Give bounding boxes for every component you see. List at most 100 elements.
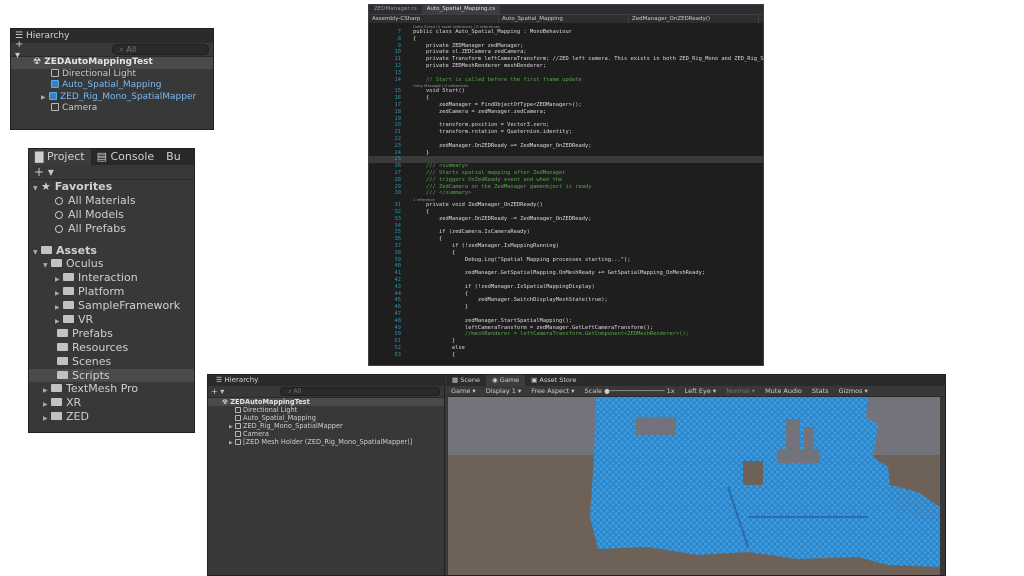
favorite-item[interactable]: All Materials	[29, 194, 194, 208]
code-line[interactable]: 27 /// Starts spatial mapping after ZedM…	[369, 170, 763, 177]
favorite-item[interactable]: All Prefabs	[29, 222, 194, 236]
hierarchy-item[interactable]: ▶ ZED_Rig_Mono_SpatialMapper	[208, 422, 444, 430]
tab-scene[interactable]: ▦ Scene	[446, 375, 486, 386]
favorite-item[interactable]: All Models	[29, 208, 194, 222]
folder-item[interactable]: ▶ XR	[29, 396, 194, 410]
code-line[interactable]: 49 leftCameraTransform = zedManager.GetL…	[369, 325, 763, 332]
stats-button[interactable]: Stats	[807, 386, 834, 396]
code-line[interactable]: 17 zedManager = FindObjectOfType<ZEDMana…	[369, 102, 763, 109]
code-line[interactable]: 10 private sl.ZEDCamera zedCamera;	[369, 49, 763, 56]
mute-audio-button[interactable]: Mute Audio	[760, 386, 807, 396]
folder-item[interactable]: Scenes	[29, 355, 194, 369]
code-line[interactable]: 9 private ZEDManager zedManager;	[369, 43, 763, 50]
folder-item-selected[interactable]: Scripts	[29, 368, 194, 383]
code-line[interactable]: 19	[369, 116, 763, 123]
code-line[interactable]: 21 transform.rotation = Quaternion.ident…	[369, 129, 763, 136]
code-line[interactable]: 42	[369, 277, 763, 284]
code-line[interactable]: 38 {	[369, 250, 763, 257]
code-line[interactable]: 29 /// ZedCamera on the ZedManager gameo…	[369, 184, 763, 191]
code-line[interactable]: 15 void Start()	[369, 88, 763, 95]
collapse-arrow-icon[interactable]: ▼	[33, 182, 41, 196]
quality-dropdown[interactable]: Normal ▾	[721, 386, 760, 396]
collapse-arrow-icon[interactable]: ▼	[33, 246, 41, 260]
expand-arrow-icon[interactable]: ▶	[41, 92, 49, 104]
code-line[interactable]: 8{	[369, 36, 763, 43]
folder-item[interactable]: Prefabs	[29, 327, 194, 341]
code-line[interactable]: 34	[369, 223, 763, 230]
code-line[interactable]: 31 private void ZedManager_OnZEDReady()	[369, 202, 763, 209]
eye-dropdown[interactable]: Left Eye ▾	[680, 386, 722, 396]
gizmos-button[interactable]: Gizmos ▾	[834, 386, 873, 396]
tab-project[interactable]: ▇ Project	[29, 149, 91, 165]
create-button[interactable]: + ▾	[34, 165, 54, 179]
tab-build[interactable]: Bu	[160, 149, 187, 165]
hierarchy-item[interactable]: Auto_Spatial_Mapping	[11, 80, 213, 92]
tab-asset-store[interactable]: ▣ Asset Store	[525, 375, 582, 386]
code-line[interactable]: 44 {	[369, 291, 763, 298]
nav-member-dropdown[interactable]: ZedManager_OnZEDReady()	[629, 15, 759, 23]
code-line[interactable]: 20 transform.position = Vector3.zero;	[369, 122, 763, 129]
scene-row[interactable]: ☢ ZEDAutoMappingTest	[208, 398, 444, 406]
code-line[interactable]: 18 zedCamera = zedManager.zedCamera;	[369, 109, 763, 116]
game-viewport[interactable]	[448, 397, 940, 576]
hierarchy-item[interactable]: Auto_Spatial_Mapping	[208, 414, 444, 422]
code-line[interactable]: 26 /// <summary>	[369, 163, 763, 170]
folder-item[interactable]: ▼ Oculus	[29, 257, 194, 271]
add-button[interactable]: + ▾	[211, 387, 224, 396]
collapse-arrow-icon[interactable]: ▼	[43, 259, 51, 273]
code-line[interactable]: 50 //meshRenderer = leftCameraTransform.…	[369, 331, 763, 338]
folder-item[interactable]: ▶ Platform	[29, 285, 194, 299]
code-line[interactable]: 51 }	[369, 338, 763, 345]
folder-item[interactable]: ▶ SampleFramework	[29, 299, 194, 313]
hierarchy-item[interactable]: Camera	[11, 103, 213, 115]
scale-slider[interactable]: Scale ●────────────── 1x	[580, 386, 680, 396]
expand-arrow-icon[interactable]: ▶	[43, 412, 51, 426]
code-line[interactable]: 33 zedManager.OnZEDReady -= ZedManager_O…	[369, 216, 763, 223]
code-line[interactable]: 37 if (!zedManager.IsMappingRunning)	[369, 243, 763, 250]
hierarchy-item[interactable]: ▶ ZED_Rig_Mono_SpatialMapper	[11, 91, 213, 104]
display-dropdown[interactable]: Display 1 ▾	[481, 386, 527, 396]
folder-item[interactable]: Resources	[29, 341, 194, 355]
code-line[interactable]: 24 }	[369, 150, 763, 157]
code-line[interactable]: 25	[369, 156, 763, 164]
aspect-dropdown[interactable]: Free Aspect ▾	[526, 386, 579, 396]
file-tab-active[interactable]: Auto_Spatial_Mapping.cs	[421, 5, 501, 14]
add-button[interactable]: + ▾	[15, 39, 30, 61]
code-line[interactable]: 47	[369, 311, 763, 318]
nav-project-dropdown[interactable]: Assembly-CSharp	[369, 15, 499, 23]
code-line[interactable]: 45 zedManager.SwitchDisplayMeshState(tru…	[369, 297, 763, 304]
code-line[interactable]: 23 zedManager.OnZEDReady += ZedManager_O…	[369, 143, 763, 150]
code-line[interactable]: 12 private ZEDMeshRenderer meshRenderer;	[369, 63, 763, 70]
code-line[interactable]: 28 /// triggers OnZedReady event and whe…	[369, 177, 763, 184]
code-line[interactable]: 11 private Transform leftCameraTransform…	[369, 56, 764, 63]
hierarchy-item[interactable]: Camera	[208, 430, 444, 438]
code-line[interactable]: 39 Debug.Log("Spatial Mapping processes …	[369, 257, 763, 264]
code-line[interactable]: 30 /// </summary>	[369, 190, 763, 197]
folder-item[interactable]: ▶ ZED	[29, 410, 194, 424]
code-line[interactable]: 35 if (zedCamera.IsCameraReady)	[369, 229, 763, 236]
hierarchy-tab[interactable]: ☰ Hierarchy	[208, 375, 444, 386]
hierarchy-item[interactable]: Directional Light	[208, 406, 444, 414]
display-mode-dropdown[interactable]: Game ▾	[446, 386, 481, 396]
code-line[interactable]: 32 {	[369, 209, 763, 216]
search-input[interactable]: ⌕ All	[112, 44, 209, 55]
search-input[interactable]: ⌕ All	[280, 387, 441, 396]
code-line[interactable]: 48 zedManager.StartSpatialMapping();	[369, 318, 763, 325]
code-line[interactable]: 43 if (!zedManager.IsSpatialMappingDispl…	[369, 284, 763, 291]
code-line[interactable]: 40	[369, 263, 763, 270]
tab-game[interactable]: ◉ Game	[486, 375, 526, 386]
folder-item[interactable]: ▶ Interaction	[29, 271, 194, 285]
code-line[interactable]: 14 // Start is called before the first f…	[369, 77, 763, 84]
code-line[interactable]: 22	[369, 136, 763, 143]
code-line[interactable]: 41 zedManager.GetSpatialMapping.OnMeshRe…	[369, 270, 763, 277]
scene-row[interactable]: ☢ ZEDAutoMappingTest	[11, 57, 213, 69]
file-tab[interactable]: ZEDManager.cs	[369, 5, 422, 14]
code-line[interactable]: 46 }	[369, 304, 763, 311]
code-line[interactable]: 13	[369, 70, 763, 77]
code-line[interactable]: 52 else	[369, 345, 763, 352]
favorites-header[interactable]: ▼ ★ Favorites	[29, 180, 194, 194]
code-line[interactable]: 36 {	[369, 236, 763, 243]
code-line[interactable]: 16 {	[369, 95, 763, 102]
hierarchy-item[interactable]: Directional Light	[11, 68, 213, 81]
code-line[interactable]: 7 public class Auto_Spatial_Mapping : Mon…	[369, 29, 763, 36]
